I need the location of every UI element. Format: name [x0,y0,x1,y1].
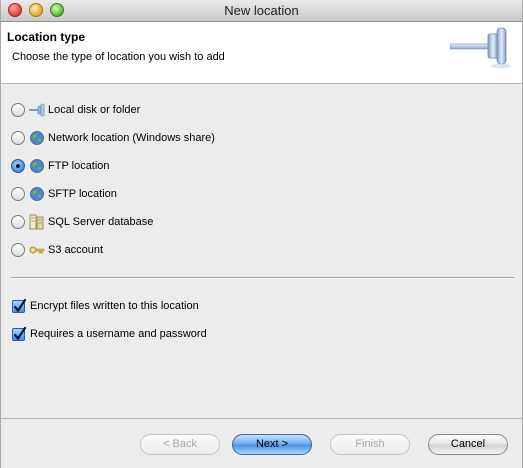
option-s3-account[interactable]: S3 account [11,241,103,259]
requires-credentials-checkbox[interactable] [12,326,27,341]
checkbox-label: Requires a username and password [30,328,207,340]
key-icon [29,242,45,258]
window-title: New location [224,3,299,18]
globe-icon [29,186,45,202]
radio-ftp-location[interactable] [11,159,25,173]
checkmark-icon [13,298,27,312]
plug-connector-icon [450,27,511,69]
option-label: FTP location [48,160,110,172]
divider [11,277,514,279]
encrypt-files-checkbox-row[interactable]: Encrypt files written to this location [12,298,199,314]
page-title: Location type [7,30,86,44]
next-button[interactable]: Next > [232,434,312,455]
option-label: SQL Server database [48,216,154,228]
plug-icon [29,102,45,118]
radio-sftp-location[interactable] [11,187,25,201]
checkmark-icon [13,326,27,340]
finish-button[interactable]: Finish [330,434,410,455]
encrypt-files-checkbox[interactable] [12,298,27,313]
new-location-dialog: New location Location type Choose the ty… [0,0,523,468]
option-label: SFTP location [48,188,117,200]
database-icon [29,214,45,230]
radio-local-disk[interactable] [11,103,25,117]
globe-icon [29,130,45,146]
option-local-disk[interactable]: Local disk or folder [11,101,140,119]
option-label: S3 account [48,244,104,256]
option-network-location[interactable]: Network location (Windows share) [11,129,215,147]
option-ftp-location[interactable]: FTP location [11,157,110,175]
title-bar[interactable]: New location [1,0,522,22]
radio-sql-server-database[interactable] [11,215,25,229]
back-button[interactable]: < Back [140,434,220,455]
globe-icon [29,158,45,174]
radio-network-location[interactable] [11,131,25,145]
button-bar-divider [1,418,522,419]
option-label: Network location (Windows share) [48,132,215,144]
page-subtitle: Choose the type of location you wish to … [12,51,225,63]
wizard-header: Location type Choose the type of locatio… [1,22,522,84]
cancel-button[interactable]: Cancel [428,434,508,455]
option-sftp-location[interactable]: SFTP location [11,185,117,203]
option-label: Local disk or folder [48,104,141,116]
requires-credentials-checkbox-row[interactable]: Requires a username and password [12,326,207,342]
radio-s3-account[interactable] [11,243,25,257]
checkbox-label: Encrypt files written to this location [30,300,199,312]
option-sql-server-database[interactable]: SQL Server database [11,213,153,231]
